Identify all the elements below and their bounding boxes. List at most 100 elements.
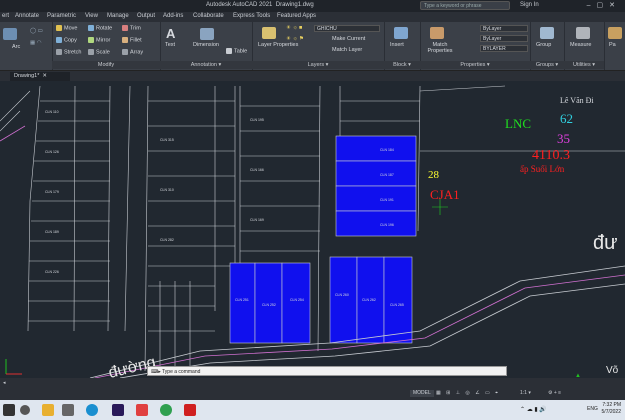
window-controls[interactable]: –▢✕ [587,1,621,9]
file-explorer-icon[interactable] [42,404,54,416]
windows-taskbar: ⌃ ☁ ▮ 🔊 ENG 7:32 PM 5/7/2022 [0,400,625,420]
paste-icon[interactable] [608,27,622,39]
parcel-label: CLN 265 [390,303,404,307]
scale-button[interactable]: Scale [88,49,110,55]
parcel-label: CLN 195 [250,118,264,122]
parcel-label: CLN 254 [290,298,304,302]
parcel-area: 4110.3 [532,148,570,163]
trim-button[interactable]: Trim [122,25,141,31]
edge-icon[interactable] [86,404,98,416]
language-indicator[interactable]: ENG [587,406,598,412]
system-tray-icons[interactable]: ⌃ ☁ ▮ 🔊 [520,406,547,413]
marker-code: CJA1 [430,187,460,202]
tab-insert[interactable]: ert [2,13,9,19]
dimension-button[interactable]: Dimension [193,42,219,48]
table-button[interactable]: Table [226,48,247,54]
draw-tools-icon[interactable]: ◯ ▭ [30,28,43,34]
make-current-button[interactable]: Make Current [332,36,365,42]
command-prompt-icon: ⌨▸ [151,369,163,375]
hatch-icon[interactable]: ▦ ◠ [30,40,42,46]
match-layer-button[interactable]: Match Layer [332,47,362,53]
app-red-icon[interactable] [136,404,148,416]
tab-drawing1[interactable]: Drawing1* ✕ [10,72,70,81]
parcel-label: CLN 251 [235,298,249,302]
tab-view[interactable]: View [85,13,98,19]
text-icon[interactable]: A [166,26,175,41]
groups-group-label: Groups ▾ [530,61,564,69]
autocad-icon[interactable] [184,404,196,416]
ucs-icon [5,359,22,375]
ribbon-tabs: ert Annotate Parametric View Manage Outp… [0,12,625,22]
chrome-icon[interactable] [160,404,172,416]
parcel-label: CLN 196 [380,223,394,227]
fillet-button[interactable]: Fillet [122,37,142,43]
map-sheet: 35 [557,131,570,146]
tab-output[interactable]: Output [137,13,155,19]
linetype-dropdown[interactable]: ByLayer [480,35,528,42]
sign-in-button[interactable]: Sign In [520,2,539,8]
tab-collaborate[interactable]: Collaborate [193,13,224,19]
modify-group: Move Rotate Trim Copy Mirror Fillet Stre… [52,22,161,70]
document-tabs: Drawing1* ✕ [0,71,625,81]
insert-button[interactable]: Insert [390,42,404,48]
parcel-label: CLN 315 [160,138,174,142]
array-icon [122,49,128,55]
settings-gear-icon[interactable]: ⚙ + ≡ [548,390,561,396]
command-line-input[interactable]: ⌨▸ Type a command [147,366,507,376]
array-button[interactable]: Array [122,49,143,55]
measure-button[interactable]: Measure [570,42,591,48]
drafting-toggles[interactable]: ▦ ⊞ ⊥ ◎ ∠ ▭ ⌖ [436,390,500,396]
tab-annotate[interactable]: Annotate [15,13,39,19]
rotate-button[interactable]: Rotate [88,25,112,31]
premiere-icon[interactable] [112,404,124,416]
model-button[interactable]: MODEL [410,390,434,397]
color-dropdown[interactable]: ByLayer [480,25,528,32]
clock[interactable]: 7:32 PM 5/7/2022 [602,402,621,416]
match-properties-button[interactable]: Match Properties [424,42,456,54]
paste-button[interactable]: Pa [609,42,616,48]
tab-parametric[interactable]: Parametric [47,13,76,19]
parcel-label: CLN 260 [335,293,349,297]
tab-express-tools[interactable]: Express Tools [233,13,270,19]
group-icon[interactable] [540,27,554,39]
move-button[interactable]: Move [56,25,77,31]
utilities-group-label: Utilities ▾ [564,61,604,69]
start-icon[interactable] [3,404,15,416]
parcel-label: CLN 226 [45,270,59,274]
arc-button[interactable]: Arc [12,44,20,50]
block-group: Insert Block ▾ [384,22,421,70]
layer-tools-icons[interactable]: ☀ ☼ ⚑ [286,36,304,42]
tab-manage[interactable]: Manage [107,13,129,19]
annotation-scale[interactable]: 1:1 ▾ [520,390,531,396]
copy-button[interactable]: Copy [56,37,77,43]
layer-properties-icon[interactable] [262,27,276,39]
dimension-icon[interactable] [200,28,214,40]
layer-dropdown[interactable]: GHICHU [314,25,380,32]
drawing-canvas[interactable]: CLN 110 CLN 126 CLN 179 CLN 189 CLN 226 … [0,81,625,378]
marker-number: 28 [428,169,440,181]
hamlet-name: ấp Suối Lớn [520,164,565,174]
search-input[interactable]: Type a keyword or phrase [420,1,510,10]
group-button[interactable]: Group [536,42,551,48]
arc-icon[interactable] [3,28,17,40]
tab-addins[interactable]: Add-ins [163,13,183,19]
tab-featured-apps[interactable]: Featured Apps [277,13,316,19]
match-properties-icon[interactable] [430,27,444,39]
layer-state-icons[interactable]: ☀ ☼ ■ [286,25,302,31]
search-taskbar-icon[interactable] [20,405,30,415]
groups-group: Group Groups ▾ [530,22,565,70]
mirror-button[interactable]: Mirror [88,37,110,43]
scroll-left-icon[interactable]: ◂ [3,380,6,386]
insert-icon[interactable] [394,27,408,39]
layer-properties-button[interactable]: Layer Properties [258,42,298,48]
text-button[interactable]: Text [165,42,175,48]
settings-icon[interactable] [62,404,74,416]
drawing-svg: CLN 110 CLN 126 CLN 179 CLN 189 CLN 226 … [0,85,625,378]
measure-icon[interactable] [576,27,590,39]
scale-icon [88,49,94,55]
rotate-icon [88,25,94,31]
app-title: Autodesk AutoCAD 2021 Drawing1.dwg [206,2,314,8]
road-name-bottom: Võ [606,365,619,376]
stretch-button[interactable]: Stretch [56,49,81,55]
lineweight-dropdown[interactable]: BYLAYER [480,45,528,52]
